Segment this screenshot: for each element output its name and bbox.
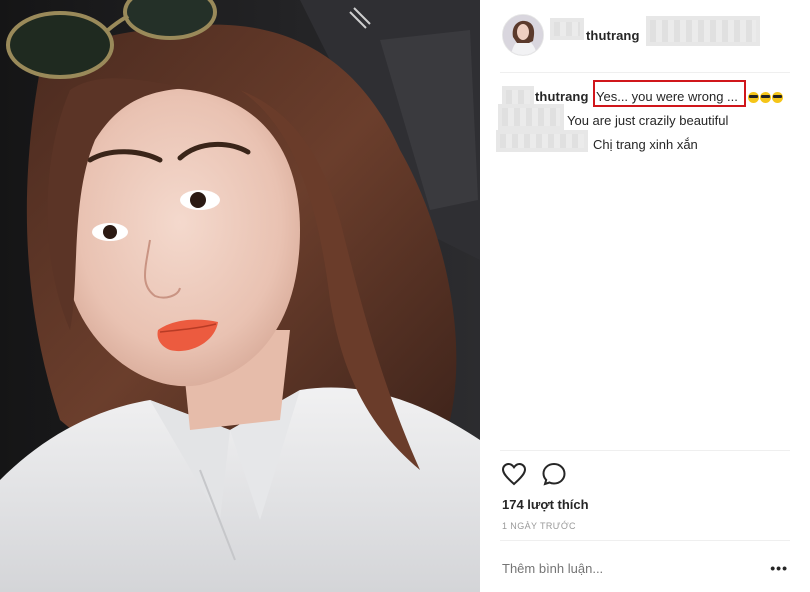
blurred-commenter [496,130,588,152]
sunglasses-emoji-icon [760,92,771,103]
add-comment-input[interactable] [502,561,762,576]
post-username[interactable]: thutrang [586,28,640,43]
like-count[interactable]: 174 lượt thích [502,497,589,512]
blurred-username-prefix [550,18,584,40]
more-options-icon[interactable]: ••• [770,560,788,576]
post-photo[interactable] [0,0,480,592]
speech-bubble-icon[interactable] [540,460,568,488]
heart-outline-icon[interactable] [500,460,528,488]
blurred-commenter [498,104,564,130]
sunglasses-emoji-icon [772,92,783,103]
avatar[interactable] [502,14,544,56]
highlight-box [593,80,746,107]
selfie-image [0,0,480,592]
comment-text: Chị trang xinh xắn [593,137,698,152]
sunglasses-emoji-group [748,89,784,107]
post-timestamp: 1 NGÀY TRƯỚC [502,521,576,531]
sunglasses-emoji-icon [748,92,759,103]
avatar-image [503,15,543,55]
post-side-panel: thutrang thutrang Yes... you were wrong … [480,0,810,592]
actions-divider [500,450,790,451]
header-divider [500,72,790,73]
blurred-follow-area [646,16,760,46]
comment-text: You are just crazily beautiful [567,113,729,128]
comment-username[interactable]: thutrang [535,89,589,104]
comment-input-divider [500,540,790,541]
post-header: thutrang [480,0,810,72]
